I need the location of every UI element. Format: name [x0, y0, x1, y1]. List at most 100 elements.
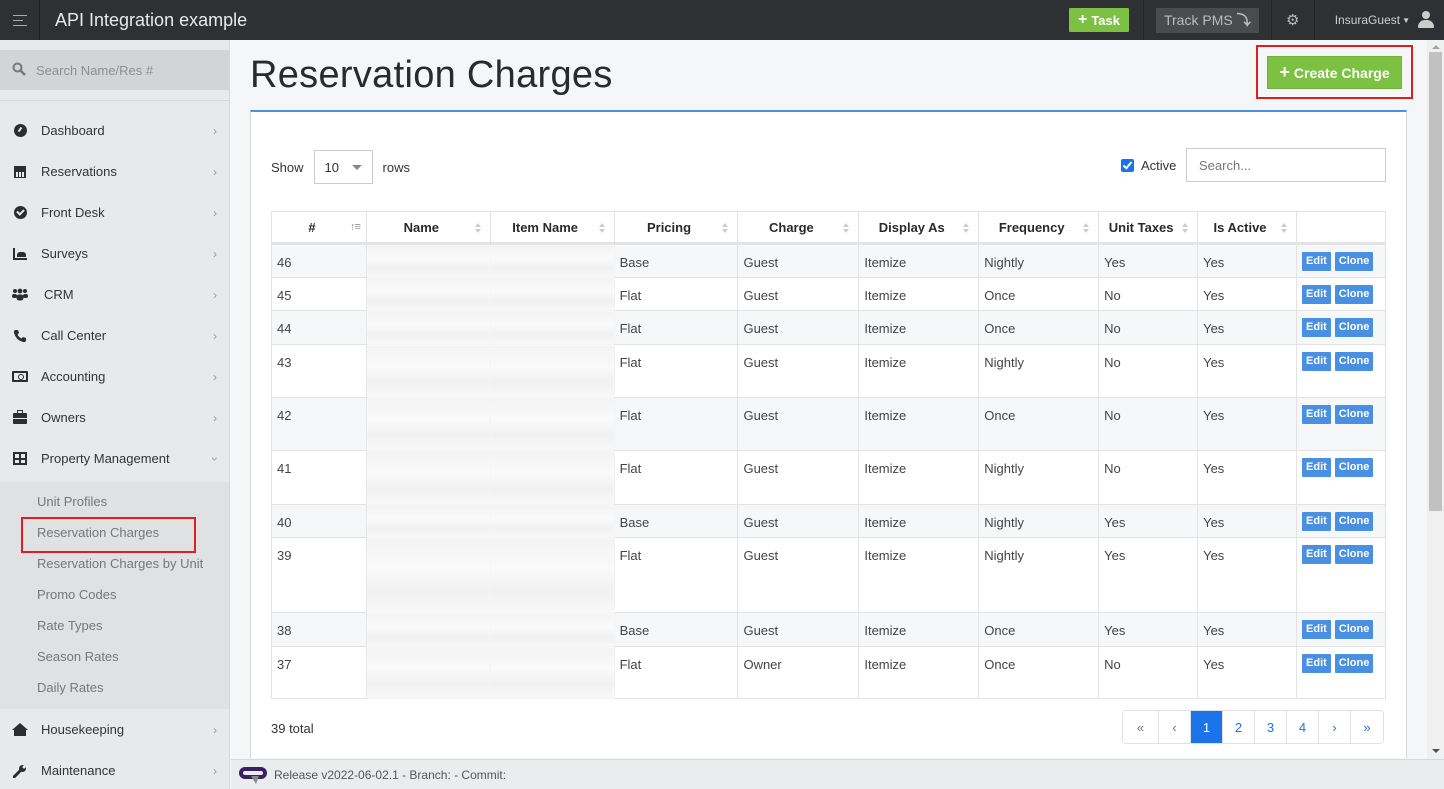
pagination-page[interactable]: 2 [1223, 711, 1255, 743]
sidebar-item-dashboard[interactable]: Dashboard › [0, 110, 229, 151]
active-filter-checkbox[interactable]: Active [1121, 158, 1176, 173]
edit-button[interactable]: Edit [1302, 458, 1331, 477]
cell-name-redacted [365, 537, 491, 613]
sidebar-search-input[interactable] [36, 62, 216, 78]
pagination-page[interactable]: 1 [1191, 711, 1223, 743]
pagination-next[interactable]: › [1319, 711, 1351, 743]
column-header-unit-taxes[interactable]: Unit Taxes [1098, 211, 1199, 245]
divider [0, 100, 229, 101]
cell-pricing: Base [613, 243, 739, 278]
edit-button[interactable]: Edit [1302, 405, 1331, 424]
edit-button[interactable]: Edit [1302, 654, 1331, 673]
cell-charge: Guest [737, 397, 860, 451]
cell-frequency: Nightly [978, 344, 1100, 398]
cell-actions: Edit Clone [1296, 450, 1386, 505]
cell-pricing: Flat [613, 344, 739, 398]
sidebar-item-crm[interactable]: CRM › [0, 274, 229, 315]
pagination-prev[interactable]: ‹ [1159, 711, 1191, 743]
cell-item-name-redacted [489, 344, 615, 398]
cell-charge: Guest [737, 277, 860, 311]
add-task-button[interactable]: + Task [1068, 8, 1129, 32]
clone-button[interactable]: Clone [1334, 352, 1374, 371]
clone-button[interactable]: Clone [1334, 458, 1374, 477]
column-header-pricing[interactable]: Pricing [613, 211, 739, 245]
sidebar-subitem-daily-rates[interactable]: Daily Rates [0, 672, 229, 703]
create-charge-highlight: + Create Charge [1256, 45, 1413, 99]
total-count: 39 total [271, 721, 314, 736]
sidebar-item-housekeeping[interactable]: Housekeeping › [0, 709, 229, 750]
cell-item-name-redacted [489, 310, 615, 345]
cell-unit-taxes: Yes [1098, 504, 1199, 538]
chevron-right-icon: › [213, 246, 217, 261]
sidebar-item-reservations[interactable]: Reservations › [0, 151, 229, 192]
clone-button[interactable]: Clone [1334, 405, 1374, 424]
gear-icon: ⚙ [1285, 12, 1300, 29]
sidebar-subitem-rate-types[interactable]: Rate Types [0, 610, 229, 641]
create-charge-button[interactable]: + Create Charge [1267, 56, 1402, 89]
sidebar-subitem-season-rates[interactable]: Season Rates [0, 641, 229, 672]
settings-button[interactable]: ⚙ [1272, 0, 1314, 40]
scroll-up-arrow-icon[interactable] [1432, 45, 1440, 49]
column-header-charge[interactable]: Charge [737, 211, 860, 245]
cell-unit-taxes: No [1098, 344, 1199, 398]
cell-actions: Edit Clone [1296, 344, 1386, 398]
cell-frequency: Nightly [978, 243, 1100, 278]
pagination-first[interactable]: « [1123, 711, 1159, 743]
sidebar-item-maintenance[interactable]: Maintenance › [0, 750, 229, 789]
sort-icon [1182, 223, 1189, 233]
edit-button[interactable]: Edit [1302, 252, 1331, 271]
edit-button[interactable]: Edit [1302, 352, 1331, 371]
sidebar-item-call-center[interactable]: Call Center › [0, 315, 229, 356]
sidebar-item-surveys[interactable]: Surveys › [0, 233, 229, 274]
column-header-frequency[interactable]: Frequency [978, 211, 1100, 245]
table-row: 43 Flat Guest Itemize Nightly No Yes Edit Clone [271, 344, 1386, 398]
cell-display-as: Itemize [858, 504, 980, 538]
table-search-input[interactable] [1186, 148, 1386, 182]
sort-icon [963, 223, 970, 233]
edit-button[interactable]: Edit [1302, 285, 1331, 304]
cell-item-name-redacted [489, 537, 615, 613]
cell-id: 44 [271, 310, 367, 345]
sidebar-subitem-reservation-charges-by-unit[interactable]: Reservation Charges by Unit [0, 548, 229, 579]
sidebar-item-property-management[interactable]: Property Management › [0, 438, 229, 479]
edit-button[interactable]: Edit [1302, 512, 1331, 531]
sidebar-subitem-unit-profiles[interactable]: Unit Profiles [0, 486, 229, 517]
clone-button[interactable]: Clone [1334, 512, 1374, 531]
scrollbar-thumb[interactable] [1429, 52, 1442, 511]
column-header-name[interactable]: Name [365, 211, 491, 245]
edit-button[interactable]: Edit [1302, 620, 1331, 639]
cell-unit-taxes: No [1098, 397, 1199, 451]
clone-button[interactable]: Clone [1334, 252, 1374, 271]
column-header-display-as[interactable]: Display As [858, 211, 980, 245]
clone-button[interactable]: Clone [1334, 620, 1374, 639]
user-menu[interactable]: InsuraGuest ▼ [1315, 0, 1444, 40]
scroll-down-arrow-icon[interactable] [1432, 749, 1440, 753]
sidebar-subitem-reservation-charges[interactable]: Reservation Charges [0, 517, 229, 553]
rows-per-page-select[interactable]: 10 [313, 150, 373, 184]
sidebar-subitem-promo-codes[interactable]: Promo Codes [0, 579, 229, 610]
clone-button[interactable]: Clone [1334, 654, 1374, 673]
edit-button[interactable]: Edit [1302, 545, 1331, 564]
sidebar-item-owners[interactable]: Owners › [0, 397, 229, 438]
pagination-page[interactable]: 4 [1287, 711, 1319, 743]
track-pms-button[interactable]: Track PMS ⤵ [1155, 7, 1259, 33]
column-header-id[interactable]: # ↑≡ [271, 211, 367, 245]
sidebar-item-front-desk[interactable]: Front Desk › [0, 192, 229, 233]
cell-actions: Edit Clone [1296, 537, 1386, 613]
column-header-is-active[interactable]: Is Active [1197, 211, 1298, 245]
clone-button[interactable]: Clone [1334, 318, 1374, 337]
pagination-last[interactable]: » [1351, 711, 1383, 743]
cell-pricing: Base [613, 612, 739, 647]
cell-pricing: Flat [613, 646, 739, 699]
sidebar-item-accounting[interactable]: Accounting › [0, 356, 229, 397]
main-scrollbar[interactable] [1427, 40, 1444, 759]
clone-button[interactable]: Clone [1334, 545, 1374, 564]
page-title: Reservation Charges [250, 54, 613, 96]
clone-button[interactable]: Clone [1334, 285, 1374, 304]
column-header-item-name[interactable]: Item Name [489, 211, 615, 245]
briefcase-icon [11, 410, 29, 426]
table-row: 38 Base Guest Itemize Once Yes Yes Edit Clone [271, 612, 1386, 647]
pagination-page[interactable]: 3 [1255, 711, 1287, 743]
edit-button[interactable]: Edit [1302, 318, 1331, 337]
menu-toggle-button[interactable] [0, 0, 40, 40]
